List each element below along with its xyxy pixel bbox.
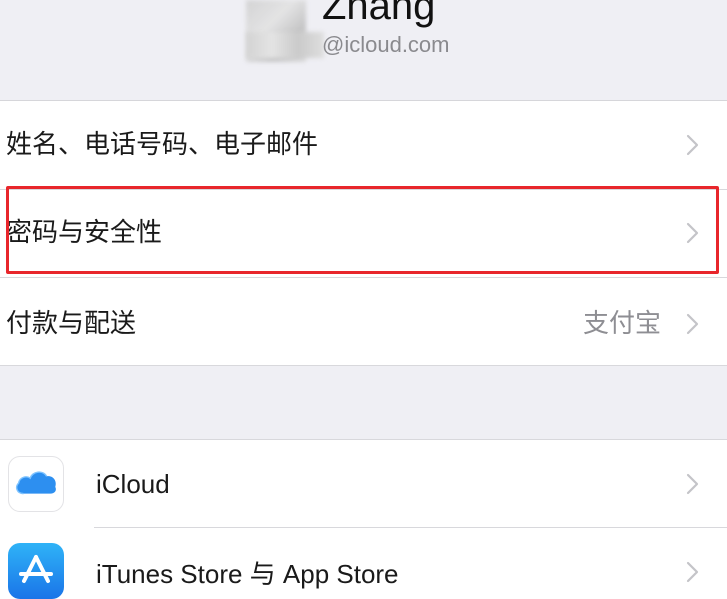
highlight-box [6,186,719,274]
email-redacted [246,32,324,58]
profile-email: @icloud.com [322,32,450,57]
row-label: 付款与配送 [6,309,137,339]
itunes-app-store-label: iTunes Store 与 App Store [96,559,399,589]
chevron-right-icon [686,313,699,335]
payment-method-value: 支付宝 [582,309,661,339]
group-bottom-border [0,365,727,366]
cloud-icon [15,471,56,495]
icloud-label: iCloud [96,469,170,499]
row-name-phone-email[interactable]: 姓名、电话号码、电子邮件 [0,101,727,189]
app-store-a-icon [19,555,53,583]
chevron-right-icon [686,561,699,583]
profile-name: Zhang [322,0,436,28]
row-label: 姓名、电话号码、电子邮件 [6,130,319,160]
row-separator [0,277,727,278]
profile-header[interactable]: Zhang @icloud.com [0,0,727,100]
row-payment-shipping[interactable]: 付款与配送 支付宝 [0,280,727,368]
icloud-icon [8,456,64,512]
app-store-icon [8,543,64,599]
chevron-right-icon [686,134,699,156]
chevron-right-icon [686,473,699,495]
